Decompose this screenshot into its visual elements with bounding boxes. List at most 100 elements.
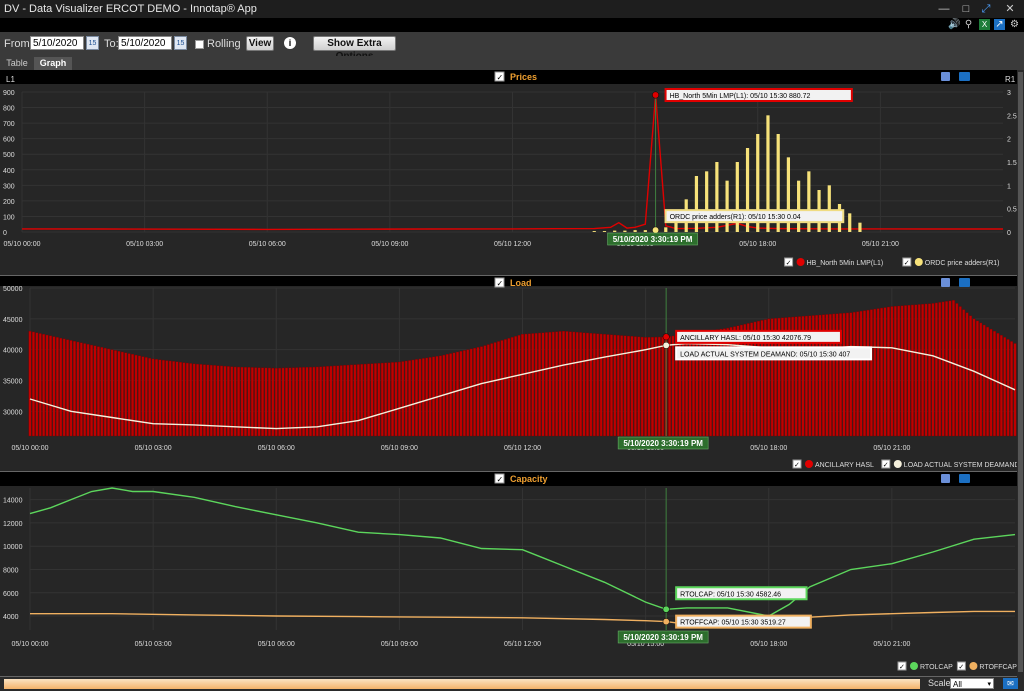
bar (363, 363, 367, 437)
bar (144, 357, 148, 437)
bar (858, 222, 862, 232)
scale-select[interactable]: All ▾ (950, 678, 994, 689)
export-excel-icon[interactable]: X (979, 19, 990, 30)
bar (35, 332, 39, 437)
x-tick-label: 05/10 18:00 (750, 445, 787, 452)
bar (493, 342, 497, 437)
bar (876, 308, 880, 437)
bar (848, 213, 852, 232)
volume-icon[interactable]: 🔊 (948, 19, 960, 30)
bar (62, 338, 66, 437)
to-calendar-icon[interactable]: 15 (174, 36, 187, 50)
bar (432, 356, 435, 437)
bar (384, 362, 388, 437)
to-date-input[interactable]: 5/10/2020 (118, 36, 172, 50)
crosshair-time-label: 5/10/2020 3:30:19 PM (623, 633, 703, 642)
bar (32, 331, 35, 437)
bar (462, 350, 466, 437)
legend-swatch (969, 662, 978, 670)
bar (842, 312, 846, 437)
bar (1003, 337, 1007, 437)
show-extra-options-button[interactable]: Show Extra Options (313, 36, 396, 62)
bar (890, 306, 894, 437)
bar (934, 302, 938, 437)
bar (114, 350, 117, 437)
bar (887, 306, 890, 437)
bar (952, 300, 955, 437)
bar (360, 364, 364, 437)
bar (387, 362, 391, 437)
bar (941, 301, 945, 437)
bar (910, 304, 914, 437)
vertical-scrollbar[interactable] (1017, 70, 1024, 677)
tab-table[interactable]: Table (2, 57, 32, 70)
date-controls: From: 5/10/2020 15 To: 5/10/2020 15 Roll… (0, 32, 1024, 62)
bar (500, 340, 504, 437)
bar (633, 230, 637, 232)
bar (859, 310, 863, 437)
bar (295, 367, 299, 437)
bar (975, 320, 979, 437)
bar (661, 336, 665, 437)
to-label: To: (104, 38, 119, 50)
export-icon[interactable]: ↗ (994, 19, 1005, 30)
from-calendar-icon[interactable]: 15 (86, 36, 99, 50)
x-tick-label: 05/10 06:00 (258, 641, 295, 648)
bar (897, 305, 901, 437)
fullscreen-icon[interactable]: ⤢ (976, 0, 996, 18)
x-tick-label: 05/10 03:00 (126, 241, 163, 248)
bar (42, 334, 46, 437)
crosshair-marker (662, 333, 670, 341)
y-tick-label: 6000 (3, 591, 19, 598)
settings-icon[interactable]: ⚙ (1009, 19, 1020, 30)
bar (120, 351, 124, 437)
from-date-input[interactable]: 5/10/2020 (30, 36, 84, 50)
legend-label: HB_North 5Min LMP(L1) (807, 260, 884, 267)
bar (562, 330, 565, 437)
bar (350, 364, 353, 437)
legend-label: RTOFFCAP (979, 664, 1017, 671)
bar (521, 334, 524, 437)
bar (866, 309, 870, 437)
bar (305, 367, 309, 437)
checkmark-icon: ✓ (794, 462, 800, 469)
bar (914, 304, 918, 437)
bar (90, 344, 93, 437)
rolling-checkbox[interactable] (195, 40, 204, 49)
bar (623, 230, 627, 232)
y-right-tick-label: 2 (1007, 137, 1011, 144)
bar (83, 343, 87, 437)
tooltip-text: ANCILLARY HASL: 05/10 15:30 42076.79 (680, 335, 811, 342)
bar (353, 364, 357, 437)
bar (716, 329, 719, 437)
mail-icon[interactable]: ✉ (1003, 678, 1018, 689)
search-icon[interactable]: ⚲ (963, 19, 974, 30)
bar (288, 367, 292, 437)
scrollbar-thumb[interactable] (1018, 72, 1023, 672)
bar (97, 346, 100, 437)
chart-panel-prices: ✓ Prices L1 R1 0 100 200 300 400 500 600 700 800 900 0… (0, 70, 1017, 276)
bar (367, 363, 370, 437)
bar (610, 334, 613, 437)
y-tick-label: 0 (3, 230, 7, 237)
bar (476, 347, 480, 437)
bar (73, 340, 76, 437)
bar (117, 351, 121, 437)
view-button[interactable]: View (246, 36, 274, 51)
restore-button[interactable]: □ (956, 0, 976, 18)
bar (233, 366, 237, 437)
crosshair-marker (652, 226, 660, 234)
chart-options-icon (941, 72, 950, 81)
tab-graph[interactable]: Graph (34, 57, 72, 70)
bar (586, 332, 589, 437)
horizontal-range-bar[interactable] (4, 679, 920, 689)
tooltip-text: ORDC price adders(R1): 05/10 15:30 0.04 (670, 214, 801, 221)
bar (250, 367, 254, 437)
bar (969, 315, 972, 437)
close-button[interactable]: ✕ (1000, 0, 1020, 18)
info-icon[interactable]: i (284, 37, 296, 49)
x-tick-label: 05/10 03:00 (135, 445, 172, 452)
y-tick-label: 45000 (3, 317, 23, 324)
minimize-button[interactable]: — (934, 0, 954, 18)
bar (408, 360, 412, 437)
